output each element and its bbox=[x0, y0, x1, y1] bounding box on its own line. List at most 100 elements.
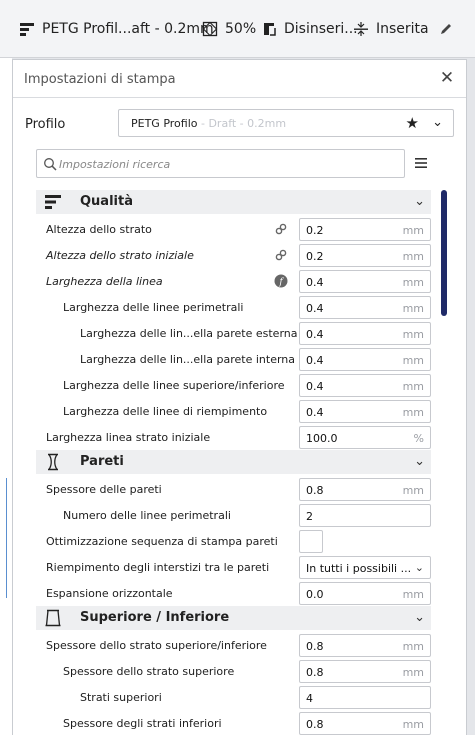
edit-settings-button[interactable] bbox=[437, 18, 461, 40]
setting-row: Spessore dello strato superiore/inferior… bbox=[36, 632, 431, 658]
panel-title: Impostazioni di stampa bbox=[24, 72, 176, 87]
setting-select[interactable]: In tutti i possibili ... ⌄ bbox=[299, 556, 431, 579]
chevron-down-icon[interactable]: ⌄ bbox=[432, 115, 443, 130]
input-unit: mm bbox=[402, 588, 424, 601]
setting-label: Strati superiori bbox=[80, 691, 162, 704]
infill-button[interactable]: 50% bbox=[201, 18, 256, 40]
input-value: 0.4 bbox=[306, 302, 324, 315]
profile-subtitle: - Draft - 0.2mm bbox=[197, 117, 287, 130]
setting-row: Riempimento degli interstizi tra le pare… bbox=[36, 554, 431, 580]
setting-input[interactable]: 0.4 mm bbox=[299, 374, 431, 397]
setting-label: Altezza dello strato bbox=[46, 223, 152, 236]
setting-row: Espansione orizzontale 0.0 mm bbox=[36, 580, 431, 606]
setting-input[interactable]: 0.0 mm bbox=[299, 582, 431, 605]
model-edge bbox=[6, 478, 7, 598]
setting-row: Larghezza della linea f 0.4 mm bbox=[36, 268, 431, 294]
profile-summary: PETG Profil...aft - 0.2mm bbox=[42, 21, 214, 37]
setting-row: Larghezza delle lin...ella parete estern… bbox=[36, 320, 431, 346]
link-icon[interactable] bbox=[274, 248, 288, 262]
setting-label: Numero delle linee perimetrali bbox=[63, 509, 231, 522]
profile-select[interactable]: PETG Profilo - Draft - 0.2mm ★ ⌄ bbox=[118, 109, 454, 137]
setting-input[interactable]: 0.8 mm bbox=[299, 634, 431, 657]
setting-row: Larghezza delle linee superiore/inferior… bbox=[36, 372, 431, 398]
input-value: 4 bbox=[306, 692, 313, 705]
settings-list: Qualità ⌄ Altezza dello strato 0.2 mm Alt… bbox=[36, 190, 431, 735]
setting-input[interactable]: 0.2 mm bbox=[299, 218, 431, 241]
setting-input[interactable]: 0.4 mm bbox=[299, 322, 431, 345]
setting-input[interactable]: 0.4 mm bbox=[299, 348, 431, 371]
input-unit: mm bbox=[402, 276, 424, 289]
input-unit: mm bbox=[402, 302, 424, 315]
setting-input[interactable]: 0.8 mm bbox=[299, 478, 431, 501]
section-walls[interactable]: Pareti ⌄ bbox=[36, 450, 431, 474]
hamburger-menu-icon[interactable] bbox=[414, 156, 428, 170]
setting-row: Spessore dello strato superiore 0.8 mm bbox=[36, 658, 431, 684]
setting-input[interactable]: 0.4 mm bbox=[299, 296, 431, 319]
setting-row: Numero delle linee perimetrali 2 bbox=[36, 502, 431, 528]
setting-label: Riempimento degli interstizi tra le pare… bbox=[46, 561, 270, 574]
input-unit: mm bbox=[402, 406, 424, 419]
search-input[interactable]: Impostazioni ricerca bbox=[36, 149, 405, 178]
chevron-down-icon: ⌄ bbox=[414, 561, 424, 574]
support-button[interactable]: Disinseri... bbox=[260, 18, 358, 40]
print-settings-panel: Impostazioni di stampa ✕ Profilo PETG Pr… bbox=[12, 59, 467, 735]
chevron-down-icon[interactable]: ⌄ bbox=[414, 610, 425, 625]
input-unit: mm bbox=[402, 666, 424, 679]
walls-icon bbox=[44, 453, 62, 471]
setting-checkbox[interactable] bbox=[299, 530, 323, 553]
scrollbar[interactable] bbox=[441, 190, 447, 316]
input-value: 0.4 bbox=[306, 380, 324, 393]
setting-row: Spessore degli strati inferiori 0.8 mm bbox=[36, 710, 431, 735]
setting-label: Ottimizzazione sequenza di stampa pareti bbox=[46, 535, 278, 548]
setting-row: Larghezza linea strato iniziale 100.0% bbox=[36, 424, 431, 450]
select-value: In tutti i possibili ... bbox=[306, 562, 412, 575]
input-unit: mm bbox=[402, 250, 424, 263]
setting-input[interactable]: 0.8 mm bbox=[299, 660, 431, 683]
profile-button[interactable]: PETG Profil...aft - 0.2mm bbox=[18, 18, 214, 40]
setting-input[interactable]: 4 bbox=[299, 686, 431, 709]
profile-name: PETG Profilo bbox=[131, 117, 198, 130]
pencil-icon bbox=[437, 20, 455, 38]
search-placeholder: Impostazioni ricerca bbox=[59, 158, 171, 171]
viewport-strip bbox=[0, 58, 12, 735]
input-unit: mm bbox=[402, 354, 424, 367]
input-unit: mm bbox=[402, 484, 424, 497]
setting-label: Larghezza delle linee di riempimento bbox=[63, 405, 268, 418]
input-value: 0.2 bbox=[306, 250, 324, 263]
chevron-down-icon[interactable]: ⌄ bbox=[414, 454, 425, 469]
formula-icon[interactable]: f bbox=[274, 274, 288, 288]
input-value: 0.8 bbox=[306, 666, 324, 679]
setting-row: Altezza dello strato iniziale 0.2 mm bbox=[36, 242, 431, 268]
top-bottom-icon bbox=[44, 609, 62, 627]
setting-label: Larghezza linea strato iniziale bbox=[46, 431, 211, 444]
layers-icon bbox=[18, 20, 36, 38]
section-top-bottom[interactable]: Superiore / Inferiore ⌄ bbox=[36, 606, 431, 630]
input-value: 0.4 bbox=[306, 328, 324, 341]
setting-input[interactable]: 0.8 mm bbox=[299, 712, 431, 735]
input-value: 2 bbox=[306, 510, 313, 523]
setting-input[interactable]: 0.2 mm bbox=[299, 244, 431, 267]
infill-value: 50% bbox=[225, 21, 257, 37]
adhesion-button[interactable]: Inserita bbox=[352, 18, 429, 40]
star-icon[interactable]: ★ bbox=[406, 114, 419, 132]
input-value: 0.2 bbox=[306, 224, 324, 237]
setting-input[interactable]: 2 bbox=[299, 504, 431, 527]
support-value: Disinseri... bbox=[284, 21, 358, 37]
input-value: 0.8 bbox=[306, 484, 324, 497]
setting-label: Larghezza delle linee superiore/inferior… bbox=[63, 379, 285, 392]
setting-row: Larghezza delle linee di riempimento 0.4… bbox=[36, 398, 431, 424]
setting-input[interactable]: 100.0% bbox=[299, 426, 431, 449]
section-label: Qualità bbox=[80, 194, 133, 209]
close-icon[interactable]: ✕ bbox=[438, 69, 456, 87]
support-icon bbox=[260, 20, 278, 38]
input-value: 0.4 bbox=[306, 276, 324, 289]
setting-input[interactable]: 0.4 mm bbox=[299, 270, 431, 293]
profile-label: Profilo bbox=[25, 117, 66, 132]
chevron-down-icon[interactable]: ⌄ bbox=[414, 194, 425, 209]
setting-input[interactable]: 0.4 mm bbox=[299, 400, 431, 423]
input-unit: mm bbox=[402, 380, 424, 393]
link-icon[interactable] bbox=[274, 222, 288, 236]
adhesion-value: Inserita bbox=[376, 21, 429, 37]
section-quality[interactable]: Qualità ⌄ bbox=[36, 190, 431, 214]
search-icon bbox=[43, 157, 57, 171]
